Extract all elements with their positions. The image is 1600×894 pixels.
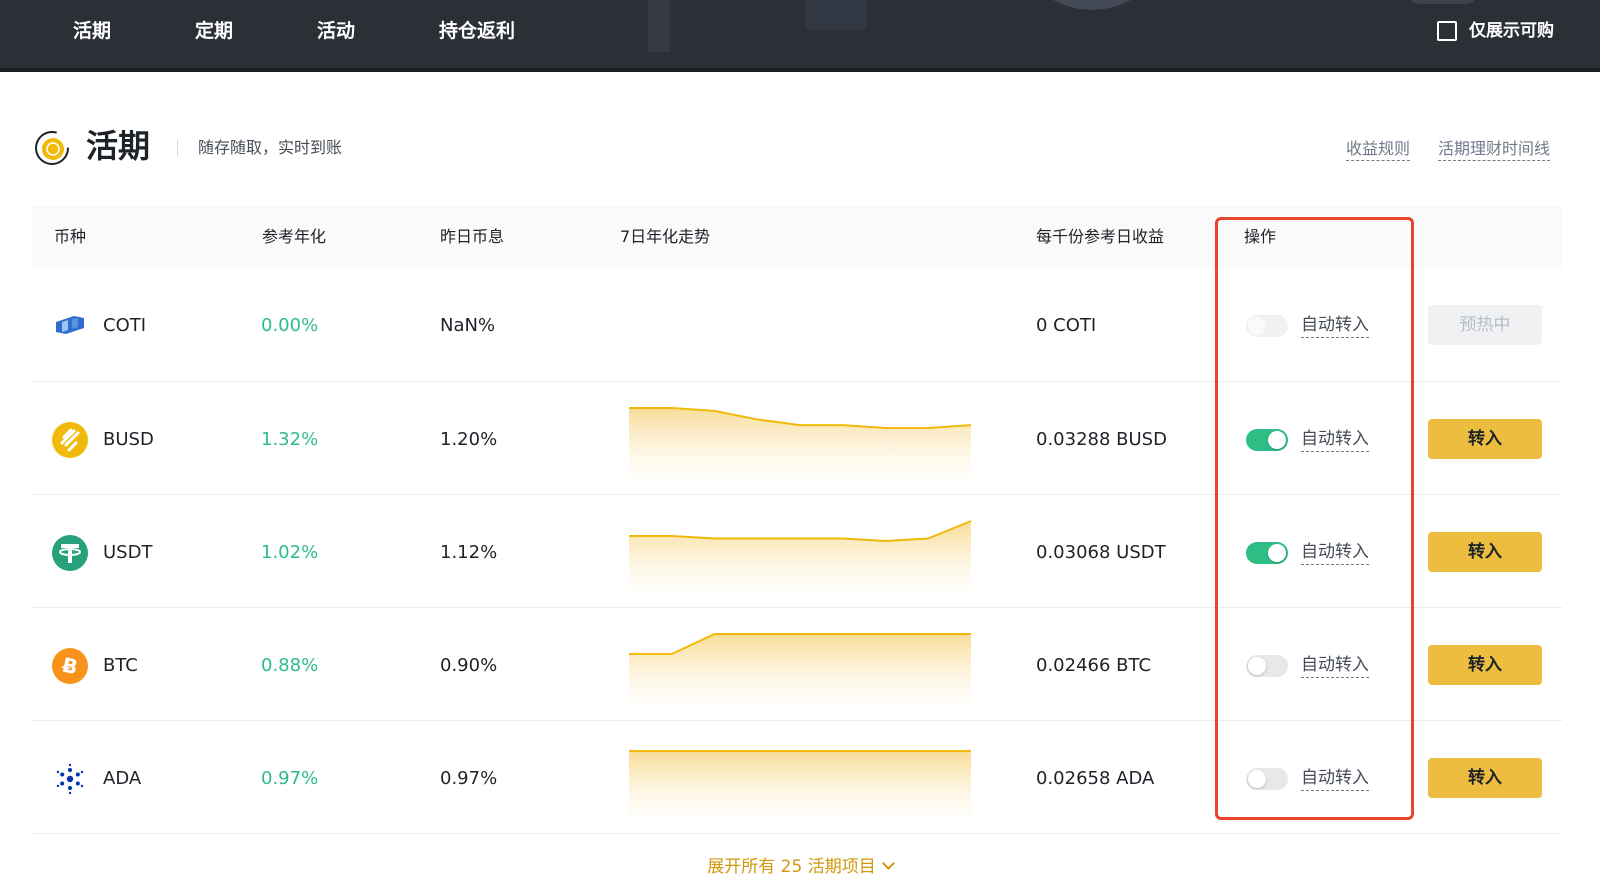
per-thousand-value: 0 COTI (1036, 315, 1097, 336)
expand-all-label: 展开所有 25 活期项目 (707, 857, 876, 877)
per-thousand-value: 0.02466 BTC (1036, 655, 1152, 676)
coin-name: COTI (103, 315, 147, 336)
coin-name: ADA (103, 768, 142, 789)
apy-value: 1.32% (261, 429, 319, 450)
header-trend: 7日年化走势 (620, 227, 711, 246)
auto-subscribe-switch[interactable] (1246, 768, 1288, 790)
sparkline-area (629, 408, 971, 478)
sparkline-area (629, 634, 971, 704)
apy-value: 0.88% (261, 655, 319, 676)
switch-knob (1268, 544, 1286, 562)
header-yesterday: 昨日币息 (440, 227, 505, 246)
auto-subscribe-label[interactable]: 自动转入 (1301, 653, 1369, 678)
earning-rules-link[interactable]: 收益规则 (1346, 138, 1411, 161)
auto-subscribe-label[interactable]: 自动转入 (1301, 540, 1369, 565)
coin-name: USDT (103, 542, 153, 563)
switch-knob (1248, 657, 1266, 675)
per-thousand-value: 0.02658 ADA (1036, 768, 1155, 789)
apy-trend-sparkline (629, 407, 972, 478)
usdt-icon (52, 535, 88, 571)
yesterday-value: 0.97% (440, 768, 498, 789)
subscribe-button[interactable]: 转入 (1428, 419, 1542, 459)
auto-subscribe-switch[interactable] (1246, 655, 1288, 677)
apy-value: 0.00% (261, 315, 319, 336)
apy-value: 1.02% (261, 542, 319, 563)
auto-subscribe-label[interactable]: 自动转入 (1301, 427, 1369, 452)
page-subtitle: 随存随取，实时到账 (198, 138, 343, 157)
yesterday-value: 0.90% (440, 655, 498, 676)
page-title: 活期 (86, 127, 151, 165)
tab-locked[interactable]: 定期 (195, 18, 233, 44)
auto-subscribe-switch[interactable] (1246, 542, 1288, 564)
flexible-savings-icon (35, 131, 69, 165)
expand-all-link[interactable]: 展开所有 25 活期项目 (0, 855, 1600, 879)
switch-knob (1248, 317, 1266, 335)
preheating-button[interactable]: 预热中 (1428, 305, 1542, 345)
tab-holding-rebate[interactable]: 持仓返利 (439, 18, 515, 44)
chevron-down-icon (881, 857, 895, 870)
apy-trend-sparkline (629, 520, 972, 591)
switch-knob (1248, 770, 1266, 788)
apy-trend-sparkline (629, 750, 971, 817)
coin-name: BTC (103, 655, 138, 676)
header-coin: 币种 (54, 227, 87, 246)
show-purchasable-checkbox[interactable] (1437, 21, 1457, 41)
timeline-link[interactable]: 活期理财时间线 (1438, 138, 1551, 161)
auto-subscribe-switch[interactable] (1246, 429, 1288, 451)
tab-activities[interactable]: 活动 (317, 18, 355, 44)
apy-value: 0.97% (261, 768, 319, 789)
btc-icon: Ƀ (52, 648, 88, 684)
yesterday-value: NaN% (440, 315, 496, 336)
banner-decoration (648, 0, 670, 52)
yesterday-value: 1.20% (440, 429, 498, 450)
coin-name: BUSD (103, 429, 154, 450)
header-apy: 参考年化 (262, 227, 327, 246)
show-purchasable-label: 仅展示可购 (1469, 21, 1554, 41)
apy-trend-sparkline (629, 633, 971, 704)
subscribe-button[interactable]: 转入 (1428, 758, 1542, 798)
auto-subscribe-label[interactable]: 自动转入 (1301, 313, 1369, 338)
per-thousand-value: 0.03068 USDT (1036, 542, 1166, 563)
tab-flexible[interactable]: 活期 (73, 18, 111, 44)
banner-decoration (1012, 0, 1172, 10)
top-nav: 活期 定期 活动 持仓返利 仅展示可购 (0, 0, 1600, 72)
banner-decoration (805, 0, 867, 30)
auto-subscribe-label[interactable]: 自动转入 (1301, 766, 1369, 791)
busd-icon (52, 422, 88, 458)
apy-trend-sparkline (628, 285, 972, 365)
banner-decoration (1408, 0, 1478, 4)
yesterday-value: 1.12% (440, 542, 498, 563)
header-action: 操作 (1244, 227, 1277, 246)
auto-subscribe-switch[interactable] (1246, 315, 1288, 337)
sparkline-area (629, 521, 971, 591)
sparkline-area (629, 751, 971, 817)
show-purchasable-toggle[interactable]: 仅展示可购 (1437, 18, 1554, 44)
subscribe-button[interactable]: 转入 (1428, 532, 1542, 572)
switch-knob (1268, 431, 1286, 449)
header-per-thousand: 每千份参考日收益 (1036, 227, 1165, 246)
title-divider (177, 140, 178, 156)
ada-icon (56, 763, 84, 795)
subscribe-button[interactable]: 转入 (1428, 645, 1542, 685)
coti-icon (56, 316, 84, 334)
per-thousand-value: 0.03288 BUSD (1036, 429, 1167, 450)
